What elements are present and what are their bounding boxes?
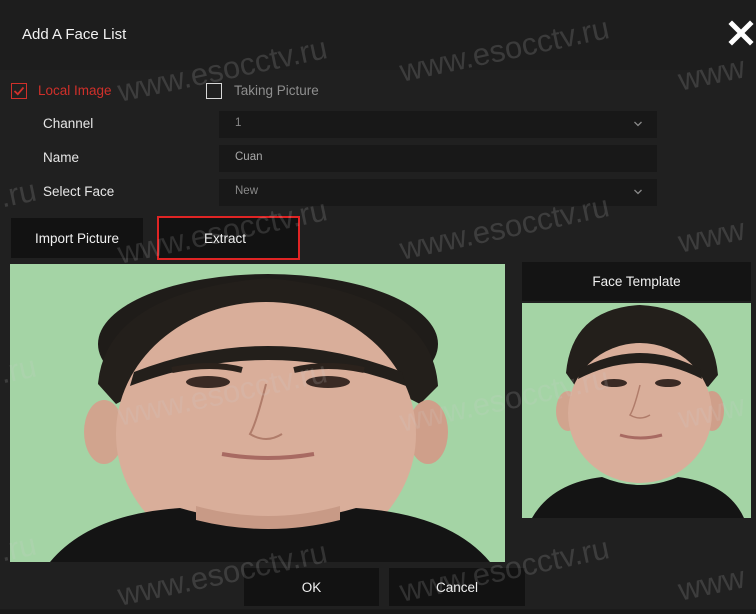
channel-value: 1 [235,117,242,129]
extract-highlight-box [157,216,300,260]
local-image-checkbox[interactable] [11,83,27,99]
select-face-select[interactable]: New [219,179,657,206]
imported-picture [10,264,505,562]
dialog-title: Add A Face List [22,26,127,43]
ok-button[interactable]: OK [244,568,379,606]
name-value: Cuan [235,151,263,163]
taking-picture-label[interactable]: Taking Picture [234,83,319,98]
channel-select[interactable]: 1 [219,111,657,138]
chevron-down-icon [634,121,642,127]
name-input[interactable]: Cuan [219,145,657,172]
face-template-image [522,303,751,518]
taking-picture-checkbox[interactable] [206,83,222,99]
select-face-label: Select Face [43,184,115,199]
chevron-down-icon [634,189,642,195]
import-picture-button[interactable]: Import Picture [11,218,143,258]
checkbox-checked-icon [13,86,25,96]
select-face-value: New [235,185,259,197]
close-icon[interactable] [728,18,754,48]
local-image-label[interactable]: Local Image [38,83,112,98]
channel-label: Channel [43,116,94,131]
face-template-title: Face Template [522,262,751,301]
name-label: Name [43,150,80,165]
dialog-title-bar: Add A Face List [0,0,756,70]
cancel-button[interactable]: Cancel [389,568,525,606]
